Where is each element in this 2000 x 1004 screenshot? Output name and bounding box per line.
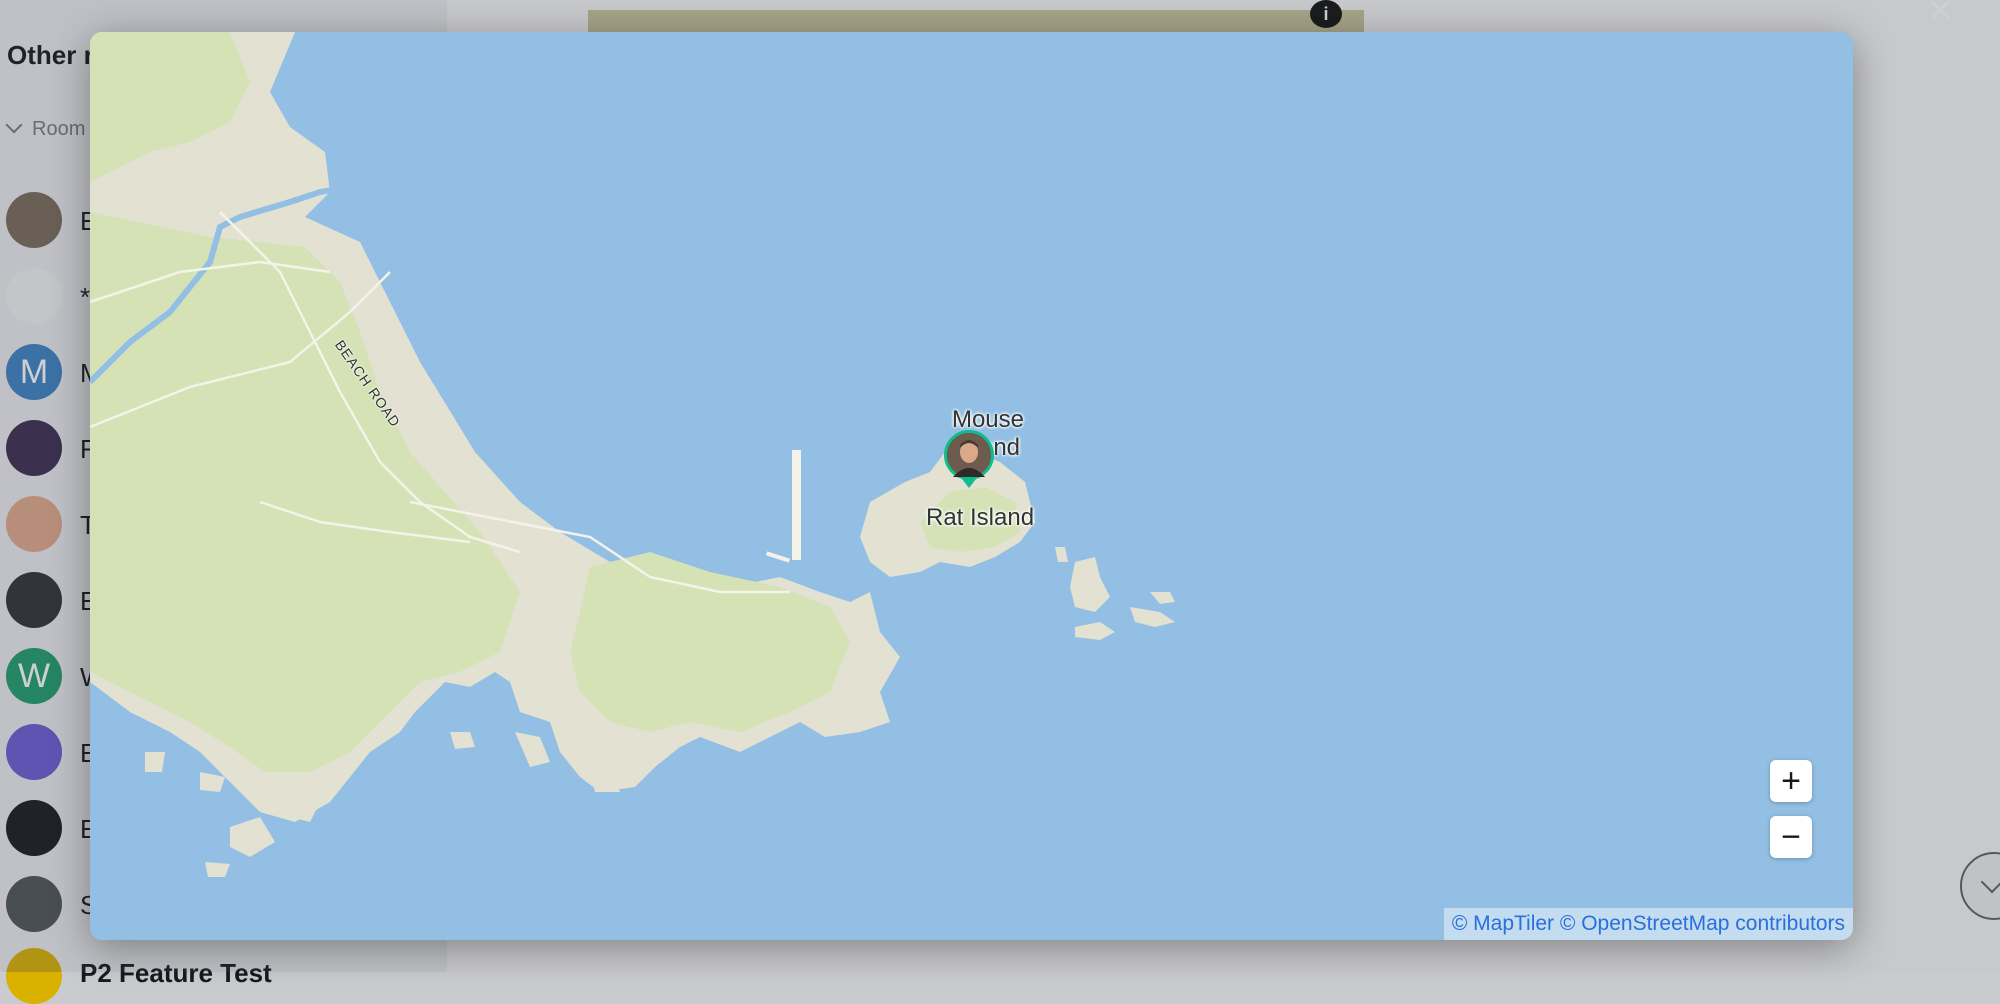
user-location-marker[interactable] — [944, 430, 994, 488]
map-attribution[interactable]: © MapTiler © OpenStreetMap contributors — [1443, 908, 1853, 940]
user-avatar — [947, 433, 991, 477]
zoom-in-button[interactable]: + — [1770, 760, 1812, 802]
zoom-out-button[interactable]: − — [1770, 816, 1812, 858]
place-label-rat-island: Rat Island — [926, 504, 1035, 531]
islet — [145, 752, 165, 772]
location-map-dialog: BEACH ROAD Mouse Island Rat Island + − ©… — [90, 32, 1853, 940]
pier — [792, 450, 801, 560]
